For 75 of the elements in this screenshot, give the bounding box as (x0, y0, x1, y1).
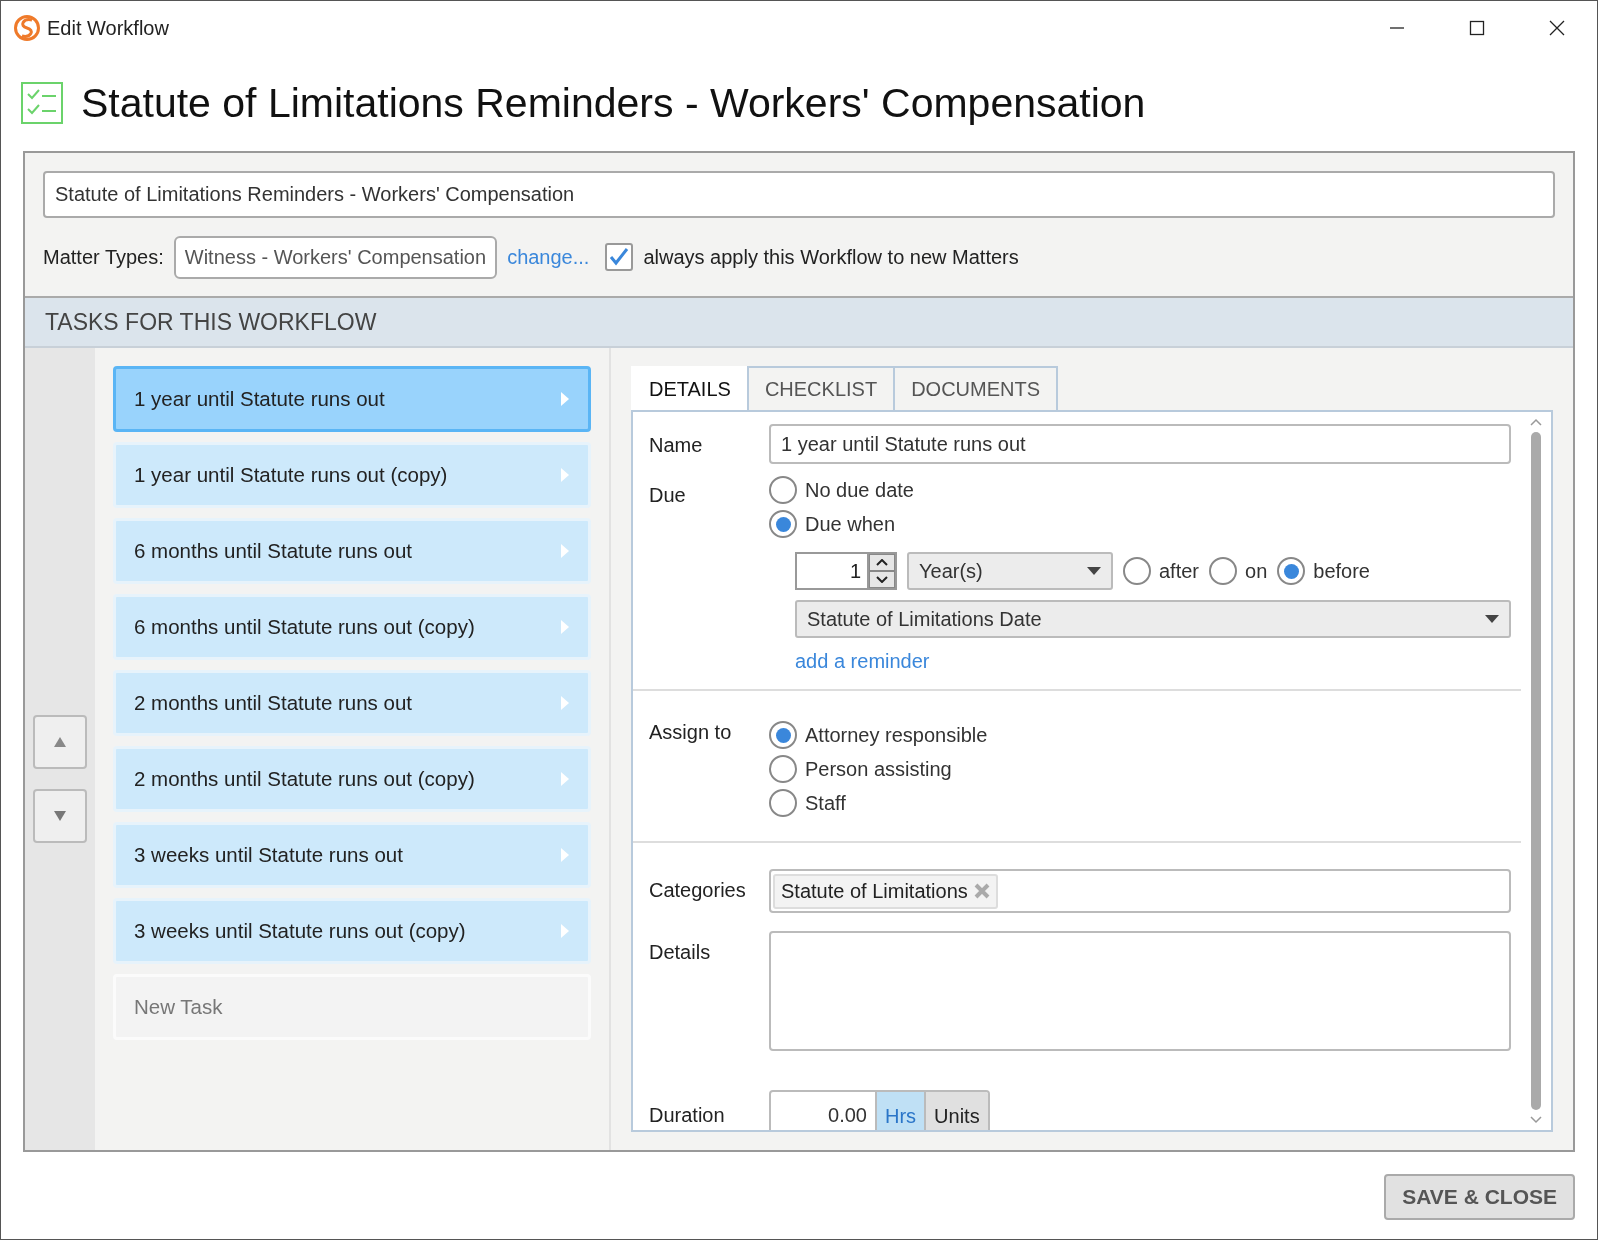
save-close-button[interactable]: SAVE & CLOSE (1384, 1174, 1575, 1220)
chevron-right-icon (560, 923, 570, 939)
close-icon (1549, 20, 1565, 36)
radio-button[interactable] (769, 789, 797, 817)
task-item[interactable]: 2 months until Statute runs out (113, 670, 591, 736)
radio-label: after (1159, 559, 1200, 583)
dropdown-caret-icon (1087, 567, 1101, 575)
unit-dropdown[interactable]: Year(s) (907, 552, 1113, 590)
task-item[interactable]: 1 year until Statute runs out (113, 366, 591, 432)
tab[interactable]: CHECKLIST (746, 366, 896, 410)
radio-label: Staff (805, 791, 846, 815)
category-tag: Statute of Limitations (773, 873, 998, 909)
chevron-right-icon (560, 771, 570, 787)
task-item[interactable]: 1 year until Statute runs out (copy) (113, 442, 591, 508)
task-item[interactable]: 6 months until Statute runs out (113, 518, 591, 584)
scroll-down-icon[interactable] (1530, 1116, 1542, 1124)
workflow-name-field[interactable]: Statute of Limitations Reminders - Workers' Compensation (43, 171, 1555, 218)
task-item[interactable]: 2 months until Statute runs out (copy) (113, 746, 591, 812)
duration-label: Duration (649, 1103, 726, 1128)
always-apply-checkbox[interactable] (605, 243, 634, 271)
checklist-icon (21, 82, 63, 124)
details-label: Details (649, 940, 712, 965)
chevron-right-icon (560, 543, 570, 559)
date-field-dropdown[interactable]: Statute of Limitations Date (795, 600, 1511, 638)
always-apply-label: always apply this Workflow to new Matters (643, 245, 1019, 269)
chevron-right-icon (560, 391, 570, 407)
name-label: Name (649, 433, 704, 458)
amount-spinner[interactable]: 1 (795, 552, 897, 590)
task-item[interactable]: 6 months until Statute runs out (copy) (113, 594, 591, 660)
radio-label: on (1245, 559, 1268, 583)
workflow-heading: Statute of Limitations Reminders - Workers' Compensation (81, 79, 1146, 127)
maximize-icon (1469, 20, 1485, 36)
radio-button[interactable] (1123, 557, 1151, 585)
move-up-button[interactable] (33, 715, 87, 769)
scroll-up-icon[interactable] (1530, 418, 1542, 426)
app-logo-icon (13, 14, 41, 42)
details-field[interactable] (769, 931, 1511, 1051)
assign-label: Assign to (649, 720, 733, 745)
minimize-icon (1389, 27, 1405, 29)
spin-up-icon (876, 559, 888, 566)
move-down-button[interactable] (33, 789, 87, 843)
window-title: Edit Workflow (47, 16, 169, 40)
dropdown-caret-icon (1485, 615, 1499, 623)
radio-label: before (1313, 559, 1370, 583)
matter-types-field[interactable]: Witness - Workers' Compensation (173, 235, 498, 279)
task-name-field[interactable]: 1 year until Statute runs out (769, 424, 1511, 464)
radio-button[interactable] (1277, 557, 1306, 585)
radio-button[interactable] (1209, 557, 1238, 585)
down-triangle-icon (53, 810, 67, 822)
radio-label: Person assisting (805, 757, 952, 781)
task-item[interactable]: 3 weeks until Statute runs out (113, 822, 591, 888)
add-reminder-link[interactable]: add a reminder (795, 650, 930, 672)
new-task-item[interactable]: New Task (113, 974, 591, 1040)
radio-button[interactable] (769, 755, 797, 783)
categories-label: Categories (649, 878, 747, 903)
chevron-right-icon (560, 467, 570, 483)
radio-button[interactable] (769, 721, 797, 749)
radio-button[interactable] (769, 476, 797, 504)
radio-button[interactable] (769, 510, 797, 538)
due-label: Due (649, 483, 687, 508)
chevron-right-icon (560, 619, 570, 635)
radio-label: Due when (805, 512, 896, 536)
spin-down-icon (876, 576, 888, 583)
remove-icon[interactable] (973, 883, 990, 899)
up-triangle-icon (53, 736, 67, 748)
matter-types-label: Matter Types: (43, 245, 164, 269)
tasks-header: TASKS FOR THIS WORKFLOW (25, 296, 1573, 348)
task-item[interactable]: 3 weeks until Statute runs out (copy) (113, 898, 591, 964)
tab[interactable]: DOCUMENTS (893, 366, 1058, 410)
radio-label: No due date (805, 478, 914, 502)
chevron-right-icon (560, 847, 570, 863)
chevron-right-icon (560, 695, 570, 711)
tab[interactable]: DETAILS (631, 366, 749, 410)
radio-label: Attorney responsible (805, 723, 988, 747)
categories-field[interactable]: Statute of Limitations (769, 869, 1511, 913)
